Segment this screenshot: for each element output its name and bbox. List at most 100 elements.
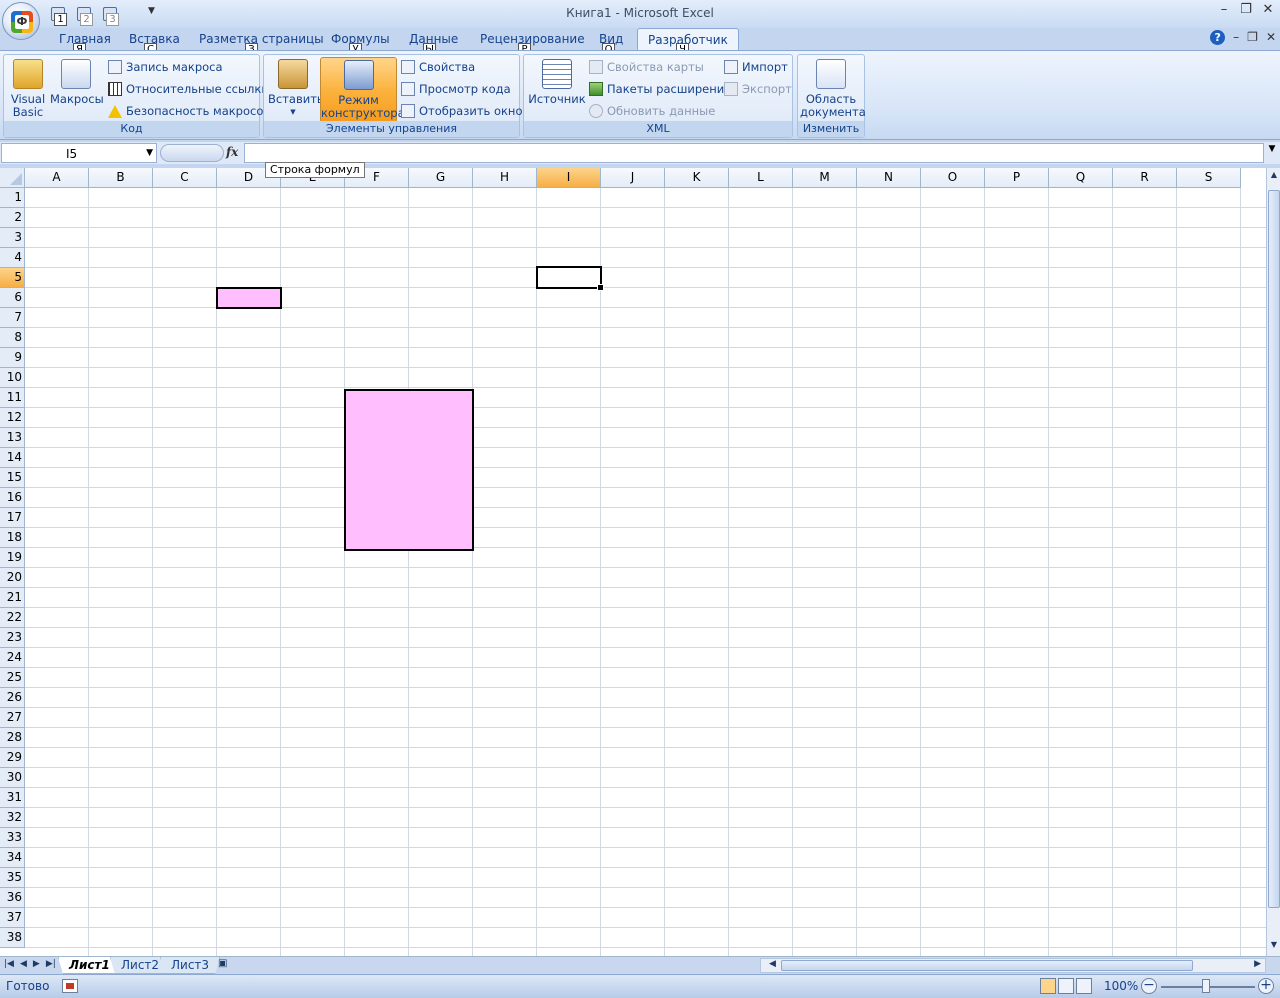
formula-input[interactable]: [244, 143, 1264, 163]
row-header-21[interactable]: 21: [0, 588, 25, 608]
macro-security-button[interactable]: Безопасность макросов: [108, 102, 270, 120]
refresh-data-button[interactable]: Обновить данные: [589, 102, 715, 120]
row-header-32[interactable]: 32: [0, 808, 25, 828]
row-header-9[interactable]: 9: [0, 348, 25, 368]
column-header-c[interactable]: C: [153, 168, 217, 188]
row-header-37[interactable]: 37: [0, 908, 25, 928]
column-header-p[interactable]: P: [985, 168, 1049, 188]
zoom-out-icon[interactable]: −: [1141, 978, 1157, 994]
import-button[interactable]: Импорт: [724, 58, 788, 76]
macro-record-icon[interactable]: [62, 979, 78, 993]
insert-sheet-icon[interactable]: ▣: [218, 958, 238, 973]
zoom-in-icon[interactable]: +: [1258, 978, 1274, 994]
column-header-s[interactable]: S: [1177, 168, 1241, 188]
column-header-q[interactable]: Q: [1049, 168, 1113, 188]
row-header-30[interactable]: 30: [0, 768, 25, 788]
minimize-workbook-icon[interactable]: –: [1233, 30, 1239, 45]
row-header-36[interactable]: 36: [0, 888, 25, 908]
row-header-29[interactable]: 29: [0, 748, 25, 768]
zoom-slider-thumb[interactable]: [1202, 979, 1210, 993]
row-header-22[interactable]: 22: [0, 608, 25, 628]
run-dialog-button[interactable]: Отобразить окно: [401, 102, 522, 120]
name-box[interactable]: I5 ▼: [1, 143, 157, 163]
restore-workbook-icon[interactable]: ❐: [1247, 30, 1258, 45]
close-icon[interactable]: ✕: [1260, 2, 1276, 17]
row-header-27[interactable]: 27: [0, 708, 25, 728]
select-all-button[interactable]: [0, 168, 25, 188]
column-header-i[interactable]: I: [537, 168, 601, 188]
cell-gridlines[interactable]: [25, 188, 1266, 956]
pink-rectangle-small[interactable]: [216, 287, 282, 309]
tab-page-layout[interactable]: Разметка страницы: [199, 32, 324, 46]
column-header-h[interactable]: H: [473, 168, 537, 188]
row-header-34[interactable]: 34: [0, 848, 25, 868]
page-break-view-icon[interactable]: [1076, 978, 1092, 994]
scroll-down-icon[interactable]: ▼: [1268, 940, 1280, 954]
sheet-tab-3[interactable]: Лист3: [160, 957, 221, 974]
row-header-31[interactable]: 31: [0, 788, 25, 808]
row-header-35[interactable]: 35: [0, 868, 25, 888]
close-workbook-icon[interactable]: ✕: [1266, 30, 1276, 45]
name-box-dropdown-icon[interactable]: ▼: [146, 148, 153, 158]
active-cell[interactable]: [536, 266, 604, 291]
row-header-1[interactable]: 1: [0, 188, 25, 208]
expansion-packs-button[interactable]: Пакеты расширения: [589, 80, 731, 98]
column-header-o[interactable]: O: [921, 168, 985, 188]
column-header-j[interactable]: J: [601, 168, 665, 188]
document-panel-button[interactable]: Область документа: [800, 57, 866, 121]
vertical-scroll-thumb[interactable]: [1268, 190, 1280, 908]
xml-source-button[interactable]: Источник: [528, 57, 586, 121]
normal-view-icon[interactable]: [1040, 978, 1056, 994]
minimize-icon[interactable]: –: [1216, 2, 1232, 17]
horizontal-scrollbar[interactable]: ◀ ▶: [760, 958, 1266, 973]
row-header-12[interactable]: 12: [0, 408, 25, 428]
column-header-l[interactable]: L: [729, 168, 793, 188]
row-header-17[interactable]: 17: [0, 508, 25, 528]
row-header-8[interactable]: 8: [0, 328, 25, 348]
column-header-a[interactable]: A: [25, 168, 89, 188]
row-header-6[interactable]: 6: [0, 288, 25, 308]
scroll-up-icon[interactable]: ▲: [1268, 170, 1280, 184]
horizontal-scroll-thumb[interactable]: [781, 960, 1193, 971]
next-sheet-icon[interactable]: ▶: [33, 959, 40, 969]
relative-refs-button[interactable]: Относительные ссылки: [108, 80, 269, 98]
row-header-5[interactable]: 5: [0, 268, 25, 288]
row-header-24[interactable]: 24: [0, 648, 25, 668]
row-header-10[interactable]: 10: [0, 368, 25, 388]
column-header-m[interactable]: M: [793, 168, 857, 188]
row-header-15[interactable]: 15: [0, 468, 25, 488]
row-header-26[interactable]: 26: [0, 688, 25, 708]
row-header-14[interactable]: 14: [0, 448, 25, 468]
page-layout-view-icon[interactable]: [1058, 978, 1074, 994]
last-sheet-icon[interactable]: ▶|: [46, 959, 56, 969]
column-header-n[interactable]: N: [857, 168, 921, 188]
row-header-3[interactable]: 3: [0, 228, 25, 248]
column-header-b[interactable]: B: [89, 168, 153, 188]
insert-function-icon[interactable]: fx: [226, 145, 238, 159]
export-button[interactable]: Экспорт: [724, 80, 792, 98]
pink-rectangle-large[interactable]: [344, 389, 474, 551]
view-code-button[interactable]: Просмотр кода: [401, 80, 511, 98]
tab-review[interactable]: Рецензирование: [480, 32, 585, 46]
row-header-38[interactable]: 38: [0, 928, 25, 948]
row-header-28[interactable]: 28: [0, 728, 25, 748]
vertical-scrollbar[interactable]: ▲ ▼: [1266, 168, 1280, 956]
zoom-level[interactable]: 100%: [1104, 979, 1138, 993]
row-header-4[interactable]: 4: [0, 248, 25, 268]
spreadsheet-grid[interactable]: ABCDEFGHIJKLMNOPQRS 12345678910111213141…: [0, 168, 1266, 956]
scroll-left-icon[interactable]: ◀: [769, 959, 776, 969]
column-header-g[interactable]: G: [409, 168, 473, 188]
help-icon[interactable]: ?: [1210, 30, 1226, 45]
map-properties-button[interactable]: Свойства карты: [589, 58, 704, 76]
visual-basic-button[interactable]: Visual Basic: [8, 57, 48, 121]
row-header-7[interactable]: 7: [0, 308, 25, 328]
row-header-11[interactable]: 11: [0, 388, 25, 408]
first-sheet-icon[interactable]: |◀: [4, 959, 14, 969]
row-header-13[interactable]: 13: [0, 428, 25, 448]
macros-button[interactable]: Макросы: [50, 57, 104, 121]
row-header-16[interactable]: 16: [0, 488, 25, 508]
column-header-r[interactable]: R: [1113, 168, 1177, 188]
row-header-23[interactable]: 23: [0, 628, 25, 648]
expand-formula-bar-icon[interactable]: ▼: [1266, 144, 1278, 162]
office-button[interactable]: Ф: [2, 2, 40, 40]
